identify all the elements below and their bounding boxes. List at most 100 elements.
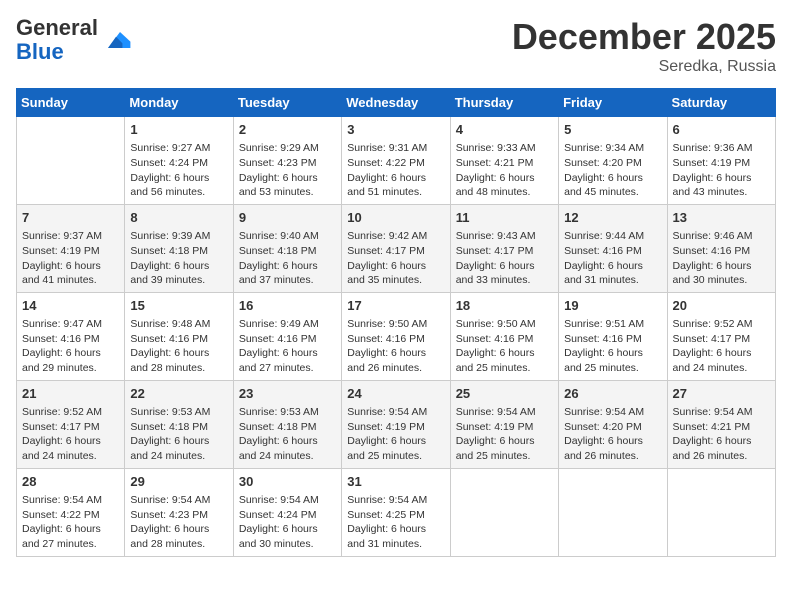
day-info: Sunrise: 9:47 AM [22, 317, 119, 332]
day-info: Daylight: 6 hours and 28 minutes. [130, 522, 227, 551]
day-number: 2 [239, 121, 336, 139]
day-info: Sunset: 4:20 PM [564, 420, 661, 435]
day-number: 26 [564, 385, 661, 403]
day-number: 3 [347, 121, 444, 139]
day-info: Sunset: 4:18 PM [130, 420, 227, 435]
logo-icon [100, 24, 132, 56]
calendar-day-cell: 9Sunrise: 9:40 AMSunset: 4:18 PMDaylight… [233, 204, 341, 292]
calendar-day-cell: 3 Sunrise: 9:31 AMSunset: 4:22 PMDaylight… [342, 117, 450, 205]
weekday-header: Sunday [17, 89, 125, 117]
day-number: 5 [564, 121, 661, 139]
calendar-day-cell: 5Sunrise: 9:34 AMSunset: 4:20 PMDaylight… [559, 117, 667, 205]
calendar-week-row: 28Sunrise: 9:54 AMSunset: 4:22 PMDayligh… [17, 468, 776, 556]
calendar-day-cell: 7Sunrise: 9:37 AMSunset: 4:19 PMDaylight… [17, 204, 125, 292]
calendar-day-cell: 8 Sunrise: 9:39 AMSunset: 4:18 PMDaylight… [125, 204, 233, 292]
calendar-day-cell: 20Sunrise: 9:52 AMSunset: 4:17 PMDayligh… [667, 292, 775, 380]
day-info: Daylight: 6 hours and 25 minutes. [564, 346, 661, 375]
day-number: 1 [130, 121, 227, 139]
calendar-day-cell: 28Sunrise: 9:54 AMSunset: 4:22 PMDayligh… [17, 468, 125, 556]
day-info: Sunrise: 9:39 AM [130, 229, 227, 244]
calendar-day-cell: 12Sunrise: 9:44 AMSunset: 4:16 PMDayligh… [559, 204, 667, 292]
calendar-week-row: 7Sunrise: 9:37 AMSunset: 4:19 PMDaylight… [17, 204, 776, 292]
calendar-day-cell: 10Sunrise: 9:42 AMSunset: 4:17 PMDayligh… [342, 204, 450, 292]
day-info: Sunrise: 9:37 AM [22, 229, 119, 244]
day-number: 22 [130, 385, 227, 403]
day-info: Sunrise: 9:54 AM [22, 493, 119, 508]
day-number: 4 [456, 121, 553, 139]
calendar-day-cell: 2Sunrise: 9:29 AMSunset: 4:23 PMDaylight… [233, 117, 341, 205]
calendar-day-cell: 21Sunrise: 9:52 AMSunset: 4:17 PMDayligh… [17, 380, 125, 468]
day-info: Daylight: 6 hours and 30 minutes. [239, 522, 336, 551]
day-info: Sunset: 4:22 PM [347, 156, 444, 171]
calendar-day-cell: 11Sunrise: 9:43 AMSunset: 4:17 PMDayligh… [450, 204, 558, 292]
day-info: Sunset: 4:18 PM [130, 244, 227, 259]
day-info: Sunrise: 9:49 AM [239, 317, 336, 332]
day-number: 28 [22, 473, 119, 491]
day-info: Sunrise: 9:29 AM [239, 141, 336, 156]
day-info: Daylight: 6 hours and 35 minutes. [347, 259, 444, 288]
day-info: Daylight: 6 hours and 51 minutes. [347, 171, 444, 200]
day-info: Sunset: 4:16 PM [456, 332, 553, 347]
day-info: Sunrise: 9:46 AM [673, 229, 770, 244]
calendar-day-cell: 13Sunrise: 9:46 AMSunset: 4:16 PMDayligh… [667, 204, 775, 292]
day-info: Sunrise: 9:42 AM [347, 229, 444, 244]
day-number: 8 [130, 209, 227, 227]
calendar-day-cell [559, 468, 667, 556]
day-info: Sunset: 4:18 PM [239, 244, 336, 259]
day-info: Daylight: 6 hours and 48 minutes. [456, 171, 553, 200]
day-info: Sunset: 4:25 PM [347, 508, 444, 523]
day-info: Sunrise: 9:54 AM [239, 493, 336, 508]
day-info: Daylight: 6 hours and 24 minutes. [239, 434, 336, 463]
day-number: 29 [130, 473, 227, 491]
day-info: Sunset: 4:16 PM [564, 332, 661, 347]
day-info: Sunset: 4:24 PM [130, 156, 227, 171]
day-number: 24 [347, 385, 444, 403]
day-number: 12 [564, 209, 661, 227]
day-info: Sunrise: 9:54 AM [130, 493, 227, 508]
day-info: Sunset: 4:16 PM [564, 244, 661, 259]
day-info: Daylight: 6 hours and 26 minutes. [347, 346, 444, 375]
day-info: Daylight: 6 hours and 39 minutes. [130, 259, 227, 288]
month-title: December 2025 [512, 16, 776, 58]
day-number: 17 [347, 297, 444, 315]
logo-general-text: General [16, 15, 98, 40]
day-info: Sunrise: 9:27 AM [130, 141, 227, 156]
day-number: 25 [456, 385, 553, 403]
day-info: Sunset: 4:21 PM [673, 420, 770, 435]
calendar-day-cell: 18Sunrise: 9:50 AMSunset: 4:16 PMDayligh… [450, 292, 558, 380]
day-info: Sunrise: 9:54 AM [347, 405, 444, 420]
day-info: Daylight: 6 hours and 24 minutes. [130, 434, 227, 463]
day-info: Daylight: 6 hours and 25 minutes. [456, 434, 553, 463]
calendar-day-cell: 26Sunrise: 9:54 AMSunset: 4:20 PMDayligh… [559, 380, 667, 468]
weekday-header: Saturday [667, 89, 775, 117]
day-info: Daylight: 6 hours and 28 minutes. [130, 346, 227, 375]
calendar-day-cell: 29Sunrise: 9:54 AMSunset: 4:23 PMDayligh… [125, 468, 233, 556]
day-number: 7 [22, 209, 119, 227]
day-number: 31 [347, 473, 444, 491]
day-info: Sunrise: 9:54 AM [456, 405, 553, 420]
day-info: Daylight: 6 hours and 25 minutes. [456, 346, 553, 375]
calendar-day-cell: 23Sunrise: 9:53 AMSunset: 4:18 PMDayligh… [233, 380, 341, 468]
day-info: Sunrise: 9:44 AM [564, 229, 661, 244]
day-info: Sunrise: 9:31 AM [347, 141, 444, 156]
calendar-day-cell: 24Sunrise: 9:54 AMSunset: 4:19 PMDayligh… [342, 380, 450, 468]
day-info: Daylight: 6 hours and 27 minutes. [239, 346, 336, 375]
day-info: Daylight: 6 hours and 25 minutes. [347, 434, 444, 463]
day-info: Sunset: 4:16 PM [130, 332, 227, 347]
day-info: Sunrise: 9:53 AM [130, 405, 227, 420]
day-info: Sunset: 4:16 PM [239, 332, 336, 347]
day-info: Daylight: 6 hours and 27 minutes. [22, 522, 119, 551]
day-number: 19 [564, 297, 661, 315]
day-info: Sunset: 4:18 PM [239, 420, 336, 435]
calendar-week-row: 14Sunrise: 9:47 AMSunset: 4:16 PMDayligh… [17, 292, 776, 380]
day-info: Sunset: 4:17 PM [22, 420, 119, 435]
calendar-day-cell [667, 468, 775, 556]
day-info: Sunset: 4:19 PM [673, 156, 770, 171]
calendar-day-cell: 1Sunrise: 9:27 AMSunset: 4:24 PMDaylight… [125, 117, 233, 205]
calendar-day-cell: 31Sunrise: 9:54 AMSunset: 4:25 PMDayligh… [342, 468, 450, 556]
calendar-day-cell: 19Sunrise: 9:51 AMSunset: 4:16 PMDayligh… [559, 292, 667, 380]
day-info: Daylight: 6 hours and 41 minutes. [22, 259, 119, 288]
day-info: Sunrise: 9:54 AM [564, 405, 661, 420]
day-number: 18 [456, 297, 553, 315]
day-number: 9 [239, 209, 336, 227]
